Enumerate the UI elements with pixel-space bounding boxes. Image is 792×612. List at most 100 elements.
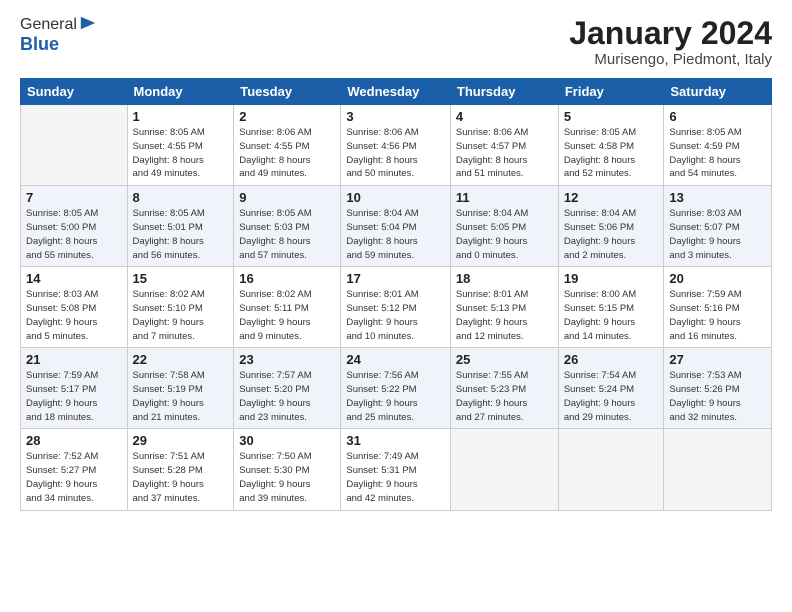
calendar-table: Sunday Monday Tuesday Wednesday Thursday… [20,78,772,510]
logo-blue-text: Blue [20,34,59,54]
day-info: Sunrise: 7:52 AMSunset: 5:27 PMDaylight:… [26,450,122,505]
table-row: 10Sunrise: 8:04 AMSunset: 5:04 PMDayligh… [341,186,451,267]
col-monday: Monday [127,79,234,105]
day-number: 6 [669,109,766,124]
table-row: 27 Sunrise: 7:53 AMSunset: 5:26 PMDayligh… [664,348,772,429]
day-info: Sunrise: 8:03 AMSunset: 5:07 PMDaylight:… [669,207,766,262]
day-info: Sunrise: 8:05 AMSunset: 4:55 PMDaylight:… [133,126,229,181]
day-number: 14 [26,271,122,286]
day-info: Sunrise: 8:00 AMSunset: 5:15 PMDaylight:… [564,288,659,343]
day-info: Sunrise: 8:06 AMSunset: 4:57 PMDaylight:… [456,126,553,181]
table-row: 24 Sunrise: 7:56 AMSunset: 5:22 PMDayligh… [341,348,451,429]
calendar-week-row: 1 Sunrise: 8:05 AMSunset: 4:55 PMDaylight… [21,105,772,186]
table-row: 2Sunrise: 8:06 AMSunset: 4:55 PMDaylight… [234,105,341,186]
page: General Blue January 2024 Murisengo, Pie… [0,0,792,521]
day-number: 21 [26,352,122,367]
day-info: Sunrise: 7:54 AMSunset: 5:24 PMDaylight:… [564,369,659,424]
day-number: 1 [133,109,229,124]
calendar-week-row: 21Sunrise: 7:59 AMSunset: 5:17 PMDayligh… [21,348,772,429]
day-number: 3 [346,109,445,124]
table-row: 11 Sunrise: 8:04 AMSunset: 5:05 PMDayligh… [450,186,558,267]
table-row: 4 Sunrise: 8:06 AMSunset: 4:57 PMDaylight… [450,105,558,186]
table-row: 19 Sunrise: 8:00 AMSunset: 5:15 PMDayligh… [558,267,664,348]
day-number: 22 [133,352,229,367]
table-row: 25 Sunrise: 7:55 AMSunset: 5:23 PMDayligh… [450,348,558,429]
col-friday: Friday [558,79,664,105]
logo-icon [79,14,97,32]
calendar-subtitle: Murisengo, Piedmont, Italy [569,51,772,68]
table-row [21,105,128,186]
table-row: 3 Sunrise: 8:06 AMSunset: 4:56 PMDaylight… [341,105,451,186]
day-info: Sunrise: 8:03 AMSunset: 5:08 PMDaylight:… [26,288,122,343]
day-number: 12 [564,190,659,205]
table-row: 20Sunrise: 7:59 AMSunset: 5:16 PMDayligh… [664,267,772,348]
table-row: 16 Sunrise: 8:02 AMSunset: 5:11 PMDayligh… [234,267,341,348]
col-thursday: Thursday [450,79,558,105]
table-row: 18Sunrise: 8:01 AMSunset: 5:13 PMDayligh… [450,267,558,348]
table-row: 28Sunrise: 7:52 AMSunset: 5:27 PMDayligh… [21,429,128,510]
day-info: Sunrise: 8:02 AMSunset: 5:10 PMDaylight:… [133,288,229,343]
day-number: 26 [564,352,659,367]
day-info: Sunrise: 8:06 AMSunset: 4:55 PMDaylight:… [239,126,335,181]
day-info: Sunrise: 7:50 AMSunset: 5:30 PMDaylight:… [239,450,335,505]
table-row: 5Sunrise: 8:05 AMSunset: 4:58 PMDaylight… [558,105,664,186]
day-number: 7 [26,190,122,205]
table-row: 8 Sunrise: 8:05 AMSunset: 5:01 PMDaylight… [127,186,234,267]
table-row: 21Sunrise: 7:59 AMSunset: 5:17 PMDayligh… [21,348,128,429]
day-info: Sunrise: 7:53 AMSunset: 5:26 PMDaylight:… [669,369,766,424]
day-info: Sunrise: 8:04 AMSunset: 5:05 PMDaylight:… [456,207,553,262]
title-block: January 2024 Murisengo, Piedmont, Italy [569,16,772,68]
col-saturday: Saturday [664,79,772,105]
table-row: 30 Sunrise: 7:50 AMSunset: 5:30 PMDayligh… [234,429,341,510]
day-number: 15 [133,271,229,286]
logo: General Blue [20,16,97,55]
day-info: Sunrise: 8:05 AMSunset: 5:03 PMDaylight:… [239,207,335,262]
table-row: 22 Sunrise: 7:58 AMSunset: 5:19 PMDayligh… [127,348,234,429]
day-info: Sunrise: 8:04 AMSunset: 5:06 PMDaylight:… [564,207,659,262]
day-number: 5 [564,109,659,124]
day-number: 23 [239,352,335,367]
col-sunday: Sunday [21,79,128,105]
day-info: Sunrise: 8:05 AMSunset: 4:59 PMDaylight:… [669,126,766,181]
col-wednesday: Wednesday [341,79,451,105]
day-number: 9 [239,190,335,205]
header: General Blue January 2024 Murisengo, Pie… [20,16,772,68]
table-row: 7Sunrise: 8:05 AMSunset: 5:00 PMDaylight… [21,186,128,267]
day-info: Sunrise: 7:58 AMSunset: 5:19 PMDaylight:… [133,369,229,424]
table-row [450,429,558,510]
table-row: 12 Sunrise: 8:04 AMSunset: 5:06 PMDayligh… [558,186,664,267]
calendar-week-row: 28Sunrise: 7:52 AMSunset: 5:27 PMDayligh… [21,429,772,510]
day-info: Sunrise: 8:06 AMSunset: 4:56 PMDaylight:… [346,126,445,181]
day-info: Sunrise: 7:55 AMSunset: 5:23 PMDaylight:… [456,369,553,424]
day-info: Sunrise: 8:05 AMSunset: 5:01 PMDaylight:… [133,207,229,262]
table-row: 17Sunrise: 8:01 AMSunset: 5:12 PMDayligh… [341,267,451,348]
table-row: 29 Sunrise: 7:51 AMSunset: 5:28 PMDayligh… [127,429,234,510]
day-number: 20 [669,271,766,286]
logo-general-text: General [20,16,77,34]
day-number: 30 [239,433,335,448]
day-info: Sunrise: 8:02 AMSunset: 5:11 PMDaylight:… [239,288,335,343]
table-row: 9 Sunrise: 8:05 AMSunset: 5:03 PMDaylight… [234,186,341,267]
day-number: 27 [669,352,766,367]
day-number: 8 [133,190,229,205]
day-number: 19 [564,271,659,286]
calendar-header-row: Sunday Monday Tuesday Wednesday Thursday… [21,79,772,105]
calendar-week-row: 14 Sunrise: 8:03 AMSunset: 5:08 PMDayligh… [21,267,772,348]
day-info: Sunrise: 7:57 AMSunset: 5:20 PMDaylight:… [239,369,335,424]
table-row: 13Sunrise: 8:03 AMSunset: 5:07 PMDayligh… [664,186,772,267]
day-number: 24 [346,352,445,367]
day-info: Sunrise: 8:04 AMSunset: 5:04 PMDaylight:… [346,207,445,262]
day-number: 16 [239,271,335,286]
table-row: 31Sunrise: 7:49 AMSunset: 5:31 PMDayligh… [341,429,451,510]
table-row: 23 Sunrise: 7:57 AMSunset: 5:20 PMDayligh… [234,348,341,429]
calendar-week-row: 7Sunrise: 8:05 AMSunset: 5:00 PMDaylight… [21,186,772,267]
table-row: 14 Sunrise: 8:03 AMSunset: 5:08 PMDayligh… [21,267,128,348]
day-info: Sunrise: 7:51 AMSunset: 5:28 PMDaylight:… [133,450,229,505]
day-number: 29 [133,433,229,448]
day-number: 11 [456,190,553,205]
day-number: 31 [346,433,445,448]
day-number: 25 [456,352,553,367]
day-info: Sunrise: 7:56 AMSunset: 5:22 PMDaylight:… [346,369,445,424]
day-number: 17 [346,271,445,286]
day-number: 4 [456,109,553,124]
